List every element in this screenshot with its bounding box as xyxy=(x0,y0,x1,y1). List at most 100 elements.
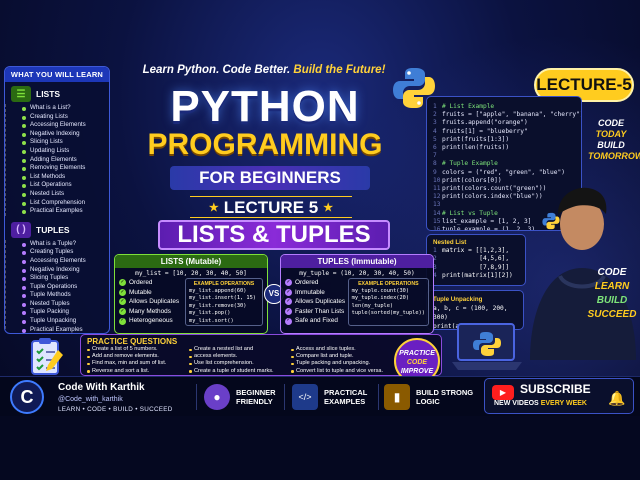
code-text: print(matrix[1][2]) xyxy=(442,271,513,279)
check-icon: ✓ xyxy=(285,307,292,316)
lecture-line: ★ LECTURE 5 ★ xyxy=(190,196,352,218)
new-videos-text: NEW VIDEOS EVERY WEEK xyxy=(494,400,587,407)
line-number: 5 xyxy=(433,135,437,143)
code-line: 1 # List Example xyxy=(433,103,575,111)
list-topic-item: What is a List? xyxy=(22,104,105,113)
motto-word: BUILD xyxy=(597,140,625,150)
line-number: 2 xyxy=(433,255,437,263)
operation-line: my_list.remove(30) xyxy=(189,302,247,309)
feature-text: Faster Than Lists xyxy=(295,307,345,315)
tagline: Learn Python. Code Better. Build the Fut… xyxy=(134,64,394,76)
code-line: 2 fruits = ["apple", "banana", "cherry"] xyxy=(433,111,581,119)
lists-features: ✓ Ordered ✓ Mutable ✓ Allows Duplicates ✓ Many … xyxy=(119,278,183,326)
feature-text: Allows Duplicates xyxy=(295,298,346,306)
operation-line: my_list.insert(1, 15) xyxy=(189,295,256,302)
code-text: fruits = ["apple", "banana", "cherry"] xyxy=(442,111,582,119)
tuples-section: ( ) TUPLES What is a Tuple? Creating Tupl… xyxy=(5,218,109,333)
feature-item: ✓ Faster Than Lists xyxy=(285,307,346,317)
outline-heading: WHAT YOU WILL LEARN xyxy=(5,67,109,82)
practice-badge-word: IMPROVE xyxy=(400,368,434,375)
lists-section: ☰ LISTS What is a List? Creating Lists Acc… xyxy=(5,82,109,216)
feature-text: BUILD STRONG xyxy=(416,388,474,397)
code-line: 3 [7,8,9]] xyxy=(433,264,519,272)
nested-list-code-panel: Nested List 1 matrix = [[1,2,3], 2 [4,5,6]… xyxy=(426,234,526,286)
tuples-ops-title: EXAMPLE OPERATIONS xyxy=(358,281,419,287)
feature-text: Safe and Fixed xyxy=(295,317,338,325)
operation-line: my_list.sort() xyxy=(189,317,234,324)
channel-handle: @Code_with_karthik xyxy=(58,396,123,403)
list-topic-item: Accessing Elements xyxy=(22,121,105,130)
bar-chart-icon: ▮ xyxy=(384,384,410,410)
channel-tagline: LEARN • CODE • BUILD • SUCCEED xyxy=(58,406,173,413)
nested-list-title: Nested List xyxy=(433,239,467,246)
check-icon: ✓ xyxy=(119,279,126,287)
list-topic-item: Slicing Lists xyxy=(22,138,105,147)
feature-item: ✓ Ordered xyxy=(119,278,183,288)
tuples-panel: TUPLES (Immutable) my_tuple = (10, 20, 3… xyxy=(280,254,434,334)
title-programming: PROGRAMMING xyxy=(147,128,383,161)
code-line: 5 print(fruits[1:3]) xyxy=(433,136,575,144)
feature-text: PRACTICAL xyxy=(324,388,368,397)
line-number: 3 xyxy=(433,263,437,271)
tuple-topic-item: What is a Tuple? xyxy=(22,240,105,249)
feature-item: ✓ Mutable xyxy=(119,288,183,298)
motto-word: TODAY xyxy=(595,129,627,139)
line-number: 14 xyxy=(433,209,441,217)
code-text: fruits.append("orange") xyxy=(442,119,528,127)
line-number: 6 xyxy=(433,144,437,152)
practice-item: Convert list to tuple and vice versa. xyxy=(291,368,387,375)
list-topic-item: List Methods xyxy=(22,173,105,182)
feature-item: ✓ Ordered xyxy=(285,278,346,288)
list-topic-item: List Operations xyxy=(22,181,105,190)
divider xyxy=(284,384,285,410)
practice-questions-panel: PRACTICE QUESTIONS Create a list of 5 nu… xyxy=(80,334,442,376)
line-number: 4 xyxy=(433,127,437,135)
practice-item: Create a nested list and xyxy=(189,346,285,353)
tuple-topic-item: Nested Tuples xyxy=(22,300,105,309)
code-line: 6 print(len(fruits)) xyxy=(433,144,575,152)
line-number: 4 xyxy=(433,271,437,279)
channel-name: Code With Karthik xyxy=(58,382,145,393)
tuple-topic-item: Practical Examples xyxy=(22,326,105,333)
list-topic-item: Nested Lists xyxy=(22,190,105,199)
practice-item: Access and slice tuples. xyxy=(291,346,387,353)
tuple-topic-item: Slicing Tuples xyxy=(22,274,105,283)
list-icon: ☰ xyxy=(11,86,31,102)
operation-line: my_tuple.index(20) xyxy=(351,295,410,302)
tuples-operations-box: EXAMPLE OPERATIONS my_tuple.count(30) my_… xyxy=(347,278,429,326)
line-number: 8 xyxy=(433,160,437,168)
line-number: 9 xyxy=(433,168,437,176)
code-screen-icon: </> xyxy=(292,384,318,410)
feature-item: ✓ Immutable xyxy=(285,288,346,298)
tuple-unpacking-title: Tuple Unpacking xyxy=(433,296,483,303)
subtitle-banner: FOR BEGINNERS xyxy=(170,166,370,190)
learning-outline-panel: WHAT YOU WILL LEARN ☰ LISTS What is a Li… xyxy=(4,66,110,334)
code-text: fruits[1] = "blueberry" xyxy=(442,127,528,135)
feature-text: FRIENDLY xyxy=(236,397,273,406)
check-icon: ✓ xyxy=(119,307,126,316)
check-icon: ✓ xyxy=(119,298,126,306)
code-line: 4 fruits[1] = "blueberry" xyxy=(433,128,575,136)
check-icon: ✓ xyxy=(285,288,292,296)
line-number: 10 xyxy=(433,176,441,184)
check-icon: ✓ xyxy=(119,317,126,325)
practice-item: Create a list of 5 numbers. xyxy=(87,346,183,353)
youtube-play-icon: ▶ xyxy=(492,385,514,400)
practice-column: Access and slice tuples. Compare list and… xyxy=(291,346,387,375)
check-icon: ✓ xyxy=(119,288,126,296)
practice-badge-word: CODE xyxy=(406,359,428,366)
code-line: 7 xyxy=(433,152,575,160)
tagline-yellow: Build the Future! xyxy=(293,64,386,76)
subscribe-label[interactable]: SUBSCRIBE xyxy=(520,382,591,396)
code-text: print(len(fruits)) xyxy=(442,144,510,152)
side-motto-word: SUCCEED xyxy=(587,309,637,320)
practice-column: Create a nested list and access elements.… xyxy=(189,346,285,375)
motto-word: TOMORROW xyxy=(588,151,640,161)
practice-item: Use list comprehension. xyxy=(189,360,285,367)
tuple-brackets-icon: ( ) xyxy=(11,221,31,238)
practice-item: Compare list and tuple. xyxy=(291,353,387,360)
line-number: 13 xyxy=(433,201,441,209)
feature-text: EXAMPLES xyxy=(324,397,366,406)
feature-text: BEGINNER xyxy=(236,388,276,397)
operation-line: len(my_tuple) xyxy=(351,302,394,309)
